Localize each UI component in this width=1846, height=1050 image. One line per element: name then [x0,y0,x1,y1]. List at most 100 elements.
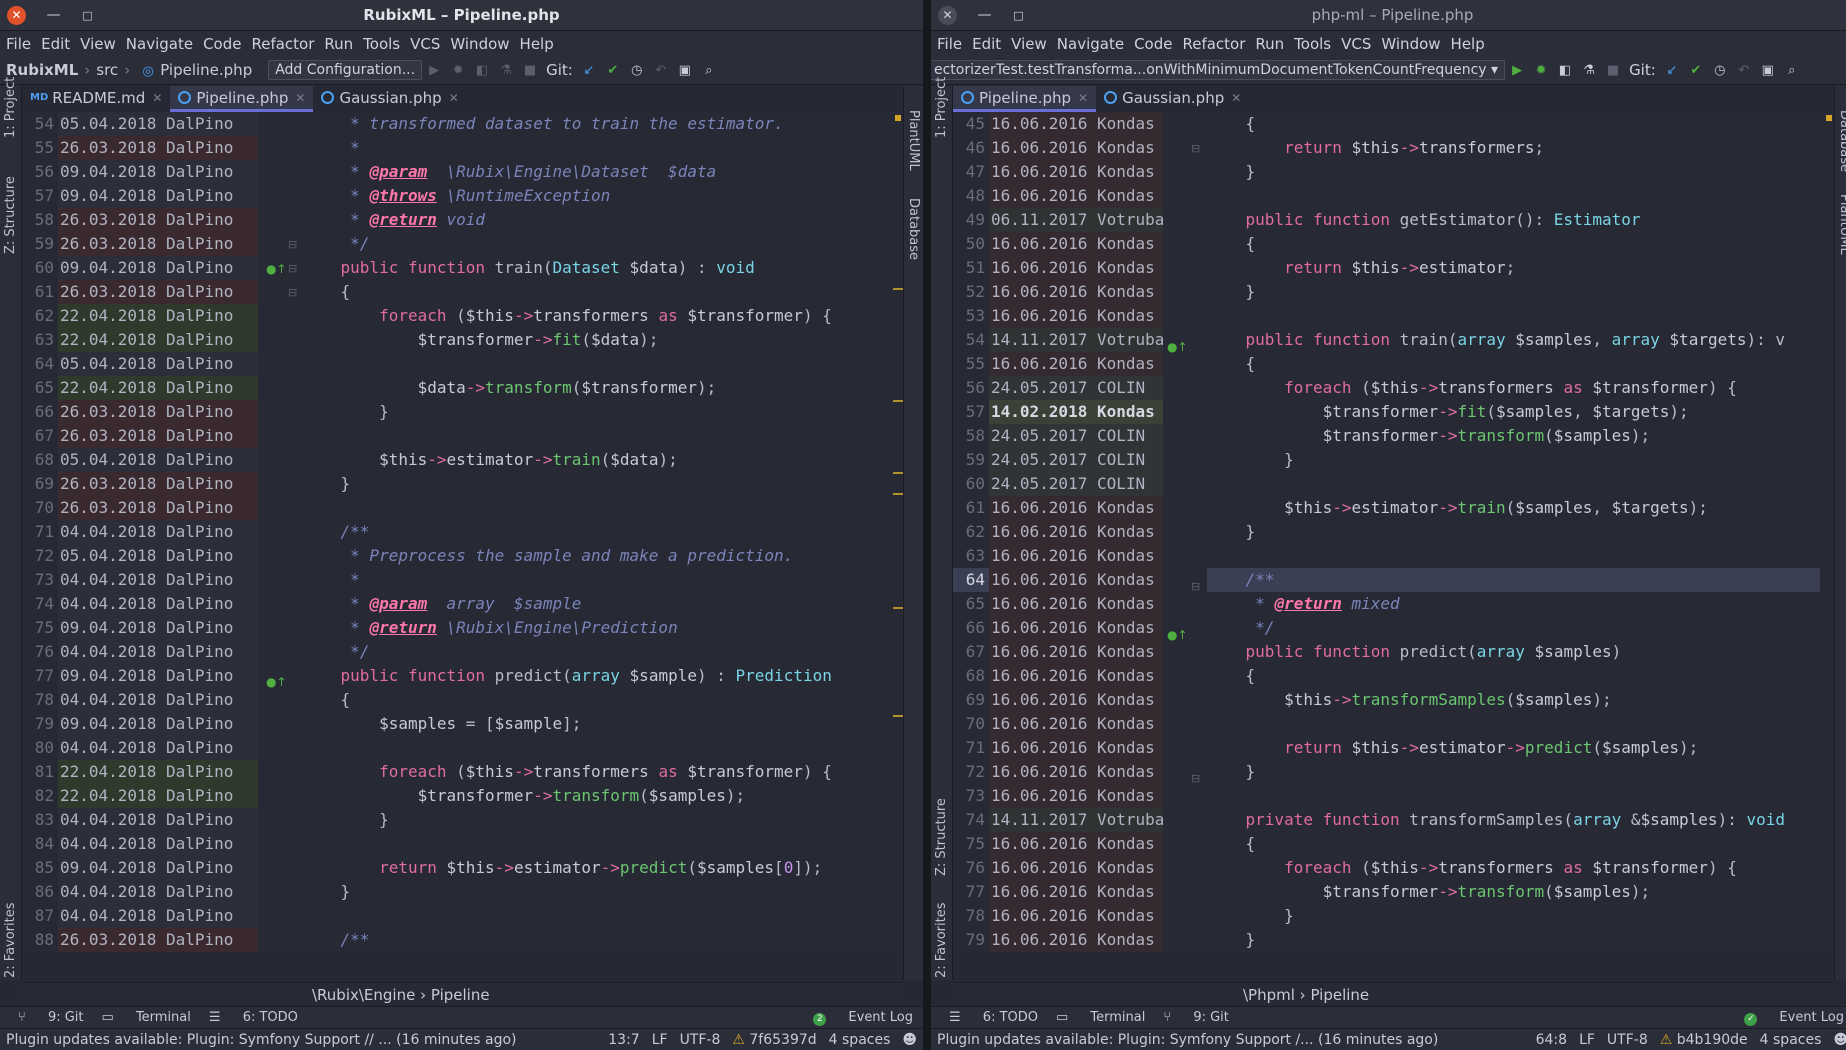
blame-annotation[interactable]: 09.04.2018 DalPino [58,664,258,688]
code-line[interactable]: /** [302,928,889,952]
blame-annotation[interactable]: 16.06.2016 Kondas [989,496,1189,520]
annotation-row[interactable]: 61 16.06.2016 Kondas [953,496,1189,520]
tool-todo[interactable]: ☰ 6: TODO [949,1010,1038,1025]
code-line[interactable]: * Preprocess the sample and make a predi… [302,544,889,568]
code-line[interactable]: foreach ($this->transformers as $transfo… [1207,376,1820,400]
blame-annotation[interactable]: 04.04.2018 DalPino [58,592,258,616]
fold-icon[interactable]: ⊟ [288,262,297,275]
code-line[interactable]: return $this->estimator->predict($sample… [302,856,889,880]
tool-window-favorites[interactable]: 2: Favorites [3,902,18,978]
code-line[interactable] [302,496,889,520]
blame-annotation[interactable]: 09.04.2018 DalPino [58,256,258,280]
annotation-row[interactable]: 77 16.06.2016 Kondas [953,880,1189,904]
code-line[interactable]: * [302,568,889,592]
code-line[interactable]: return $this->transformers; [1207,136,1820,160]
fold-icon[interactable]: ⊟ [1191,772,1200,785]
search-icon[interactable]: ⌕ [1783,63,1801,78]
annotation-row[interactable]: 61 26.03.2018 DalPino [22,280,258,304]
annotation-row[interactable]: 47 16.06.2016 Kondas [953,160,1189,184]
code-line[interactable] [302,736,889,760]
blame-annotation[interactable]: 16.06.2016 Kondas [989,760,1189,784]
annotation-row[interactable]: 56 24.05.2017 COLIN [953,376,1189,400]
status-message[interactable]: Plugin updates available: Plugin: Symfon… [937,1032,1524,1048]
annotation-row[interactable]: 83 04.04.2018 DalPino [22,808,258,832]
blame-annotation[interactable]: 16.06.2016 Kondas [989,832,1189,856]
close-tab-icon[interactable]: ✕ [295,91,305,105]
menu-item-help[interactable]: Help [1451,35,1485,53]
change-marker[interactable] [893,400,903,402]
code-line[interactable]: * [302,136,889,160]
code-line[interactable]: { [1207,352,1820,376]
menu-item-run[interactable]: Run [1255,35,1284,53]
annotation-row[interactable]: 45 16.06.2016 Kondas [953,112,1189,136]
implements-icon[interactable]: ●↑ [266,262,287,276]
code-line[interactable]: * @param \Rubix\Engine\Dataset $data [302,160,889,184]
code-line[interactable]: */ [302,232,889,256]
event-log-button[interactable]: 2 Event Log [795,1010,913,1026]
code-line[interactable]: } [302,472,889,496]
blame-annotation[interactable]: 24.05.2017 COLIN [989,424,1189,448]
tool-window-project[interactable]: 1: Project [934,77,949,138]
code-area[interactable]: * transformed dataset to train the estim… [302,112,889,952]
history-icon[interactable]: ◷ [1711,63,1729,78]
blame-annotation[interactable]: 06.11.2017 Votruba [989,208,1189,232]
code-line[interactable]: foreach ($this->transformers as $transfo… [1207,856,1820,880]
code-line[interactable]: * @return \Rubix\Engine\Prediction [302,616,889,640]
code-line[interactable]: * @return void [302,208,889,232]
tool-window-database[interactable]: Database [1837,110,1846,172]
blame-annotation[interactable]: 05.04.2018 DalPino [58,544,258,568]
blame-annotation[interactable]: 16.06.2016 Kondas [989,304,1189,328]
code-line[interactable]: } [1207,520,1820,544]
warning-marker[interactable] [1826,115,1832,121]
git-update-icon[interactable]: ↙ [1663,63,1681,78]
blame-annotation[interactable]: 26.03.2018 DalPino [58,472,258,496]
code-line[interactable]: public function train(Dataset $data) : v… [302,256,889,280]
caret-position[interactable]: 64:8 [1536,1032,1567,1048]
code-line[interactable]: return $this->estimator; [1207,256,1820,280]
blame-annotation[interactable]: 04.04.2018 DalPino [58,520,258,544]
menu-item-tools[interactable]: Tools [363,35,400,53]
annotation-row[interactable]: 67 16.06.2016 Kondas [953,640,1189,664]
blame-annotation[interactable]: 09.04.2018 DalPino [58,184,258,208]
project-structure-icon[interactable]: ▣ [1759,63,1777,78]
blame-annotation[interactable]: 16.06.2016 Kondas [989,688,1189,712]
blame-annotation[interactable]: 04.04.2018 DalPino [58,688,258,712]
tab-pipeline[interactable]: Pipeline.php ✕ [170,86,314,112]
annotation-row[interactable]: 79 16.06.2016 Kondas [953,928,1189,952]
menu-item-help[interactable]: Help [520,35,554,53]
blame-annotation[interactable]: 22.04.2018 DalPino [58,304,258,328]
code-line[interactable] [1207,304,1820,328]
tool-window-database[interactable]: Database [906,198,921,260]
tool-window-structure[interactable]: Z: Structure [934,798,949,876]
code-line[interactable]: $this->estimator->train($data); [302,448,889,472]
blame-annotation[interactable]: 26.03.2018 DalPino [58,280,258,304]
caret-position[interactable]: 13:7 [608,1032,639,1048]
blame-annotation[interactable]: 22.04.2018 DalPino [58,376,258,400]
code-line[interactable]: } [1207,160,1820,184]
annotation-row[interactable]: 88 26.03.2018 DalPino [22,928,258,952]
blame-annotation[interactable]: 26.03.2018 DalPino [58,928,258,952]
menu-item-refactor[interactable]: Refactor [1182,35,1245,53]
annotation-row[interactable]: 48 16.06.2016 Kondas [953,184,1189,208]
blame-annotation[interactable]: 16.06.2016 Kondas [989,568,1189,592]
annotation-row[interactable]: 64 16.06.2016 Kondas [953,568,1189,592]
annotation-row[interactable]: 56 09.04.2018 DalPino [22,160,258,184]
annotation-row[interactable]: 62 22.04.2018 DalPino [22,304,258,328]
annotation-row[interactable]: 51 16.06.2016 Kondas [953,256,1189,280]
annotation-row[interactable]: 46 16.06.2016 Kondas [953,136,1189,160]
annotation-row[interactable]: 77 09.04.2018 DalPino [22,664,258,688]
menu-item-edit[interactable]: Edit [972,35,1001,53]
annotation-row[interactable]: 50 16.06.2016 Kondas [953,232,1189,256]
annotation-row[interactable]: 54 05.04.2018 DalPino [22,112,258,136]
code-line[interactable]: $this->estimator->train($samples, $targe… [1207,496,1820,520]
blame-annotation[interactable]: 26.03.2018 DalPino [58,424,258,448]
menu-item-view[interactable]: View [1011,35,1047,53]
tool-window-project[interactable]: 1: Project [3,77,18,138]
stop-icon[interactable]: ■ [1604,63,1622,78]
blame-annotation[interactable]: 16.06.2016 Kondas [989,160,1189,184]
annotation-row[interactable]: 86 04.04.2018 DalPino [22,880,258,904]
change-marker[interactable] [893,288,903,290]
code-line[interactable]: } [302,880,889,904]
annotation-row[interactable]: 78 04.04.2018 DalPino [22,688,258,712]
code-line[interactable]: $transformer->transform($samples); [1207,880,1820,904]
